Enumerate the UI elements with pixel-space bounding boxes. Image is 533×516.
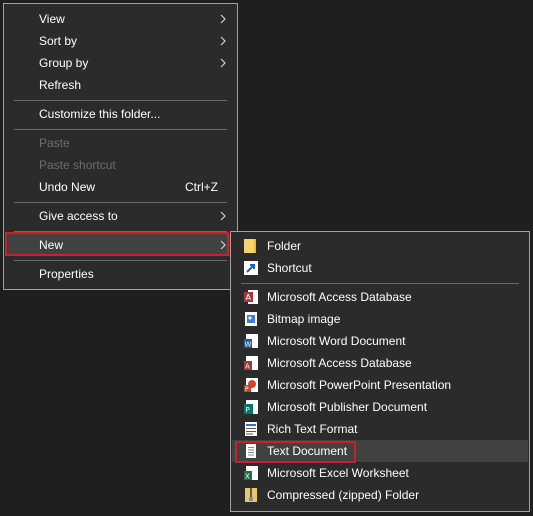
submenu-item-access-database-2[interactable]: A Microsoft Access Database: [232, 352, 528, 374]
submenu-item-folder[interactable]: Folder: [232, 235, 528, 257]
menu-item-paste-shortcut: Paste shortcut: [5, 154, 236, 176]
menu-item-label: Group by: [39, 56, 89, 70]
menu-item-refresh[interactable]: Refresh: [5, 74, 236, 96]
svg-text:A: A: [246, 293, 252, 302]
excel-icon: X: [244, 466, 258, 481]
access-icon: A: [244, 356, 258, 371]
menu-separator: [14, 100, 227, 101]
menu-item-label: Refresh: [39, 78, 82, 92]
menu-separator: [14, 202, 227, 203]
menu-item-view[interactable]: View: [5, 8, 236, 30]
submenu-item-label: Microsoft Word Document: [267, 334, 406, 348]
submenu-item-label: Shortcut: [267, 261, 312, 275]
submenu-item-label: Rich Text Format: [267, 422, 358, 436]
submenu-item-label: Bitmap image: [267, 312, 341, 326]
submenu-item-publisher[interactable]: P Microsoft Publisher Document: [232, 396, 528, 418]
submenu-item-label: Microsoft Access Database: [267, 356, 412, 370]
svg-text:P: P: [246, 406, 250, 414]
menu-item-shortcut: Ctrl+Z: [185, 180, 218, 194]
submenu-item-word-document[interactable]: W Microsoft Word Document: [232, 330, 528, 352]
menu-item-label: Undo New: [39, 180, 96, 194]
menu-item-label: Properties: [39, 267, 94, 281]
new-submenu: Folder Shortcut A Microsoft Access Datab…: [230, 231, 530, 512]
menu-item-give-access[interactable]: Give access to: [5, 205, 236, 227]
submenu-item-bitmap-image[interactable]: Bitmap image: [232, 308, 528, 330]
submenu-item-rich-text[interactable]: Rich Text Format: [232, 418, 528, 440]
word-icon: W: [244, 334, 258, 349]
submenu-item-label: Folder: [267, 239, 302, 253]
menu-item-label: Paste shortcut: [39, 158, 116, 172]
svg-text:P: P: [245, 386, 249, 393]
submenu-item-label: Compressed (zipped) Folder: [267, 488, 420, 502]
powerpoint-icon: P: [244, 378, 258, 393]
context-menu: View Sort by Group by Refresh Customize …: [3, 3, 238, 290]
chevron-right-icon: [220, 14, 226, 24]
menu-item-label: Paste: [39, 136, 70, 150]
submenu-item-label: Microsoft Access Database: [267, 290, 412, 304]
svg-text:X: X: [245, 473, 250, 481]
menu-item-label: Customize this folder...: [39, 107, 161, 121]
menu-separator: [14, 231, 227, 232]
chevron-right-icon: [220, 58, 226, 68]
submenu-item-label: Microsoft Publisher Document: [267, 400, 428, 414]
submenu-item-label: Text Document: [267, 444, 348, 458]
menu-separator: [14, 260, 227, 261]
menu-item-label: Give access to: [39, 209, 118, 223]
publisher-icon: P: [244, 400, 258, 414]
submenu-item-powerpoint[interactable]: P Microsoft PowerPoint Presentation: [232, 374, 528, 396]
chevron-right-icon: [220, 36, 226, 46]
menu-item-group-by[interactable]: Group by: [5, 52, 236, 74]
svg-text:W: W: [245, 341, 252, 349]
menu-item-properties[interactable]: Properties: [5, 263, 236, 285]
wordpad-icon: [245, 422, 257, 436]
menu-separator: [14, 129, 227, 130]
chevron-right-icon: [220, 240, 226, 250]
submenu-item-label: Microsoft Excel Worksheet: [267, 466, 409, 480]
access-icon: A: [244, 290, 258, 304]
zip-folder-icon: [245, 488, 257, 502]
shortcut-icon: [244, 261, 258, 275]
menu-item-customize-folder[interactable]: Customize this folder...: [5, 103, 236, 125]
text-document-icon: [246, 444, 256, 458]
menu-item-undo-new[interactable]: Undo New Ctrl+Z: [5, 176, 236, 198]
submenu-item-access-database[interactable]: A Microsoft Access Database: [232, 286, 528, 308]
desktop-background[interactable]: View Sort by Group by Refresh Customize …: [0, 0, 533, 516]
menu-item-label: Sort by: [39, 34, 78, 48]
menu-separator: [241, 283, 519, 284]
bitmap-icon: [245, 312, 257, 326]
submenu-item-label: Microsoft PowerPoint Presentation: [267, 378, 452, 392]
menu-item-new[interactable]: New: [5, 234, 236, 256]
submenu-item-compressed-folder[interactable]: Compressed (zipped) Folder: [232, 484, 528, 506]
submenu-item-shortcut[interactable]: Shortcut: [232, 257, 528, 279]
submenu-item-excel[interactable]: X Microsoft Excel Worksheet: [232, 462, 528, 484]
svg-text:A: A: [245, 363, 250, 371]
menu-item-label: View: [39, 12, 65, 26]
menu-item-sort-by[interactable]: Sort by: [5, 30, 236, 52]
chevron-right-icon: [220, 211, 226, 221]
menu-item-label: New: [39, 238, 64, 252]
folder-icon: [244, 239, 256, 253]
menu-item-paste: Paste: [5, 132, 236, 154]
submenu-item-text-document[interactable]: Text Document: [232, 440, 528, 462]
